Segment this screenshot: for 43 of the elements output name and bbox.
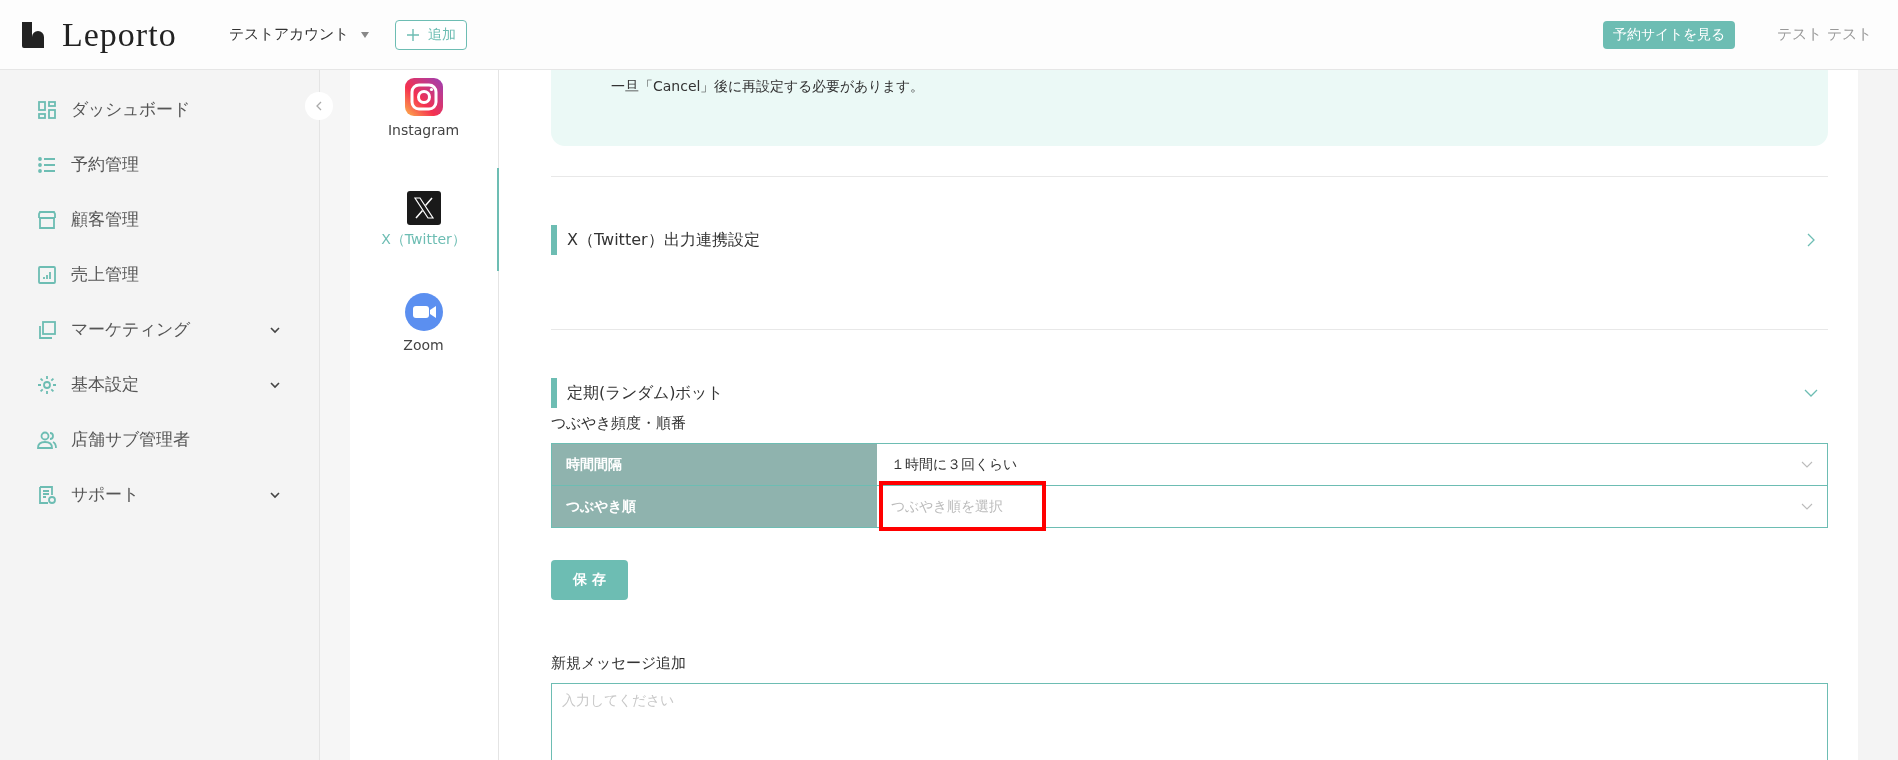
chevron-down-icon [270,325,280,334]
table-label: つぶやき順 [552,486,877,527]
sidebar-item[interactable]: マーケティング [0,302,290,357]
store-icon [37,209,57,230]
x-logo-icon [406,190,441,225]
list-icon [37,154,57,175]
collapse-button[interactable] [305,92,333,120]
table-label: 時間間隔 [552,444,877,485]
chevron-down-icon [1801,460,1813,469]
section-title: X（Twitter）出力連携設定 [567,229,761,251]
section-title: 定期(ランダム)ボット [567,382,725,404]
account-dropdown[interactable]: テストアカウント [222,24,375,45]
sidebar-item[interactable]: 予約管理 [0,137,290,192]
field-heading: 新規メッセージ追加 [551,654,687,673]
sidebar-item[interactable]: 売上管理 [0,247,290,302]
sns-tab[interactable]: Zoom [350,271,500,374]
camera-icon [404,78,443,116]
chevron-down-icon [270,490,280,499]
copy-icon [37,319,57,340]
sidebar-item[interactable]: 店舗サブ管理者 [0,412,290,467]
plus-icon [405,27,420,42]
logo-text: Leporto [62,15,177,54]
chevron-down-icon [270,380,280,389]
accent-bar [551,378,557,408]
accent-bar [551,225,557,255]
sidebar-item[interactable]: サポート [0,467,290,522]
chart-icon [37,264,57,285]
section-header[interactable]: 定期(ランダム)ボット [551,378,1828,408]
field-heading: つぶやき頻度・順番 [551,414,687,433]
section-header[interactable]: X（Twitter）出力連携設定 [551,225,1828,255]
document-icon [37,484,57,505]
sidebar-item[interactable]: ダッシュボード [0,82,290,137]
sidebar-item[interactable]: 顧客管理 [0,192,290,247]
caret-icon [360,31,369,38]
sns-tab[interactable]: Instagram [350,70,500,168]
settings-icon [37,374,57,395]
people-icon [37,429,57,450]
notice-text: 一旦「Cancel」後に再設定する必要があります。 [611,78,926,96]
chevron-left-icon [315,101,323,111]
video-camera-icon [404,292,443,331]
grid-icon [37,99,57,120]
sidebar-item[interactable]: 基本設定 [0,357,290,412]
chevron-down-icon [1801,502,1813,511]
